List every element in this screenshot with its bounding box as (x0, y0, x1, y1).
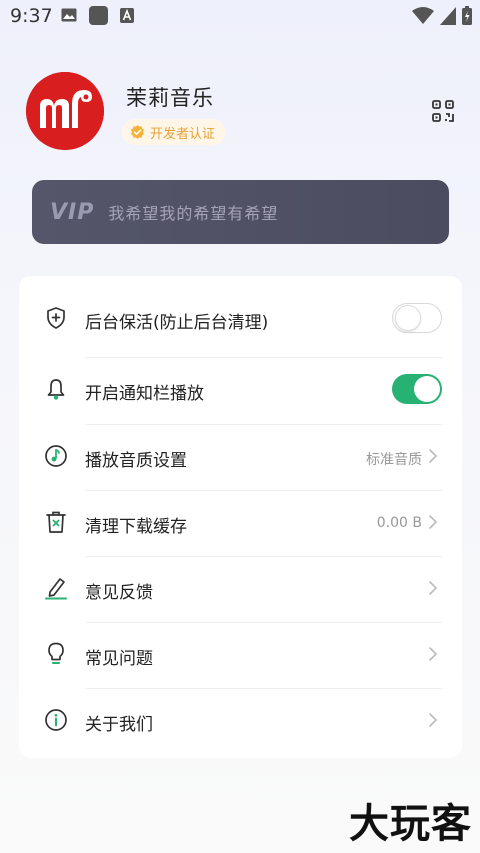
setting-row-faq[interactable]: 常见问题 (19, 622, 462, 688)
setting-label: 后台保活(防止后台清理) (85, 313, 269, 333)
settings-list: 后台保活(防止后台清理) 开启通知栏播放 播放音质设置 标准音质 清理下载缓存 … (19, 276, 462, 758)
chevron-right-icon (429, 647, 438, 661)
setting-row-about[interactable]: 关于我们 (19, 688, 462, 754)
chevron-right-icon (429, 449, 438, 463)
setting-row-audio-quality[interactable]: 播放音质设置 标准音质 (19, 424, 462, 490)
setting-label: 清理下载缓存 (85, 517, 187, 537)
watermark: 大玩客 (349, 801, 472, 847)
battery-icon (462, 6, 472, 25)
vip-banner[interactable]: VIP 我希望我的希望有希望 (32, 180, 449, 244)
bell-icon (47, 379, 65, 400)
keep-alive-toggle[interactable] (392, 303, 442, 333)
cache-size-value: 0.00 B (376, 515, 422, 531)
image-icon (61, 8, 77, 22)
chevron-right-icon (429, 713, 438, 727)
shield-plus-icon (47, 307, 65, 329)
toggle-knob (395, 305, 421, 331)
pencil-icon (45, 578, 67, 600)
jasmine-logo-icon (26, 72, 104, 150)
setting-row-feedback[interactable]: 意见反馈 (19, 556, 462, 622)
chevron-right-icon (429, 581, 438, 595)
info-icon (45, 709, 67, 731)
setting-label: 播放音质设置 (85, 451, 187, 471)
toggle-knob (414, 376, 440, 402)
developer-badge-label: 开发者认证 (150, 126, 216, 142)
setting-row-clear-cache[interactable]: 清理下载缓存 0.00 B (19, 490, 462, 556)
setting-label: 关于我们 (85, 715, 153, 735)
lightbulb-icon (48, 642, 64, 664)
setting-label: 常见问题 (85, 649, 153, 669)
developer-verified-badge: 开发者认证 (122, 119, 226, 145)
wifi-icon (412, 6, 434, 24)
trash-icon (46, 511, 66, 533)
app-name: 茉莉音乐 (126, 86, 214, 110)
setting-label: 意见反馈 (85, 583, 153, 603)
app-avatar[interactable] (26, 72, 104, 150)
app-square-icon (89, 6, 108, 25)
status-time: 9:37 (10, 5, 53, 27)
verified-icon (131, 124, 144, 139)
status-bar: 9:37 (0, 0, 480, 32)
chevron-right-icon (429, 515, 438, 529)
music-note-icon (45, 445, 67, 467)
signal-icon (440, 6, 456, 25)
qr-code-icon[interactable] (432, 100, 454, 122)
setting-label: 开启通知栏播放 (85, 384, 204, 404)
a-notification-icon (120, 8, 134, 23)
vip-slogan: 我希望我的希望有希望 (108, 204, 279, 223)
audio-quality-value: 标准音质 (366, 452, 422, 468)
notification-playback-toggle[interactable] (392, 374, 442, 404)
setting-row-keep-alive[interactable]: 后台保活(防止后台清理) (19, 286, 462, 352)
vip-logo: VIP (50, 199, 95, 225)
setting-row-notification-playback[interactable]: 开启通知栏播放 (19, 357, 462, 423)
